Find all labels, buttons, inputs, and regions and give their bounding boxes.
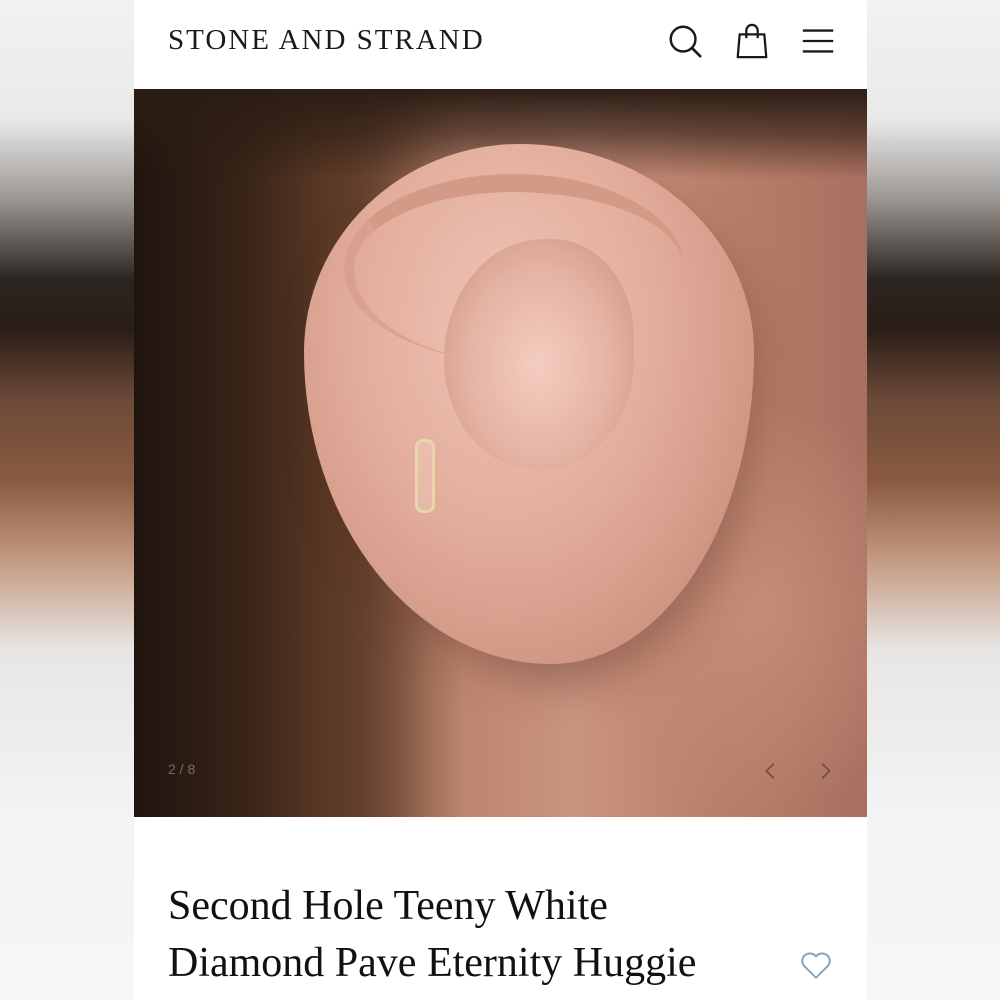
menu-icon [802,29,834,53]
product-title-line-1: Second Hole Teeny White [168,883,608,929]
chevron-right-icon [821,763,831,779]
gallery-next-button[interactable] [811,757,839,785]
gallery-counter: 2 / 8 [168,761,196,777]
product-title: Second Hole Teeny White Diamond Pave Ete… [168,878,788,992]
product-photo-ear-inner [444,239,634,469]
cart-button[interactable] [731,20,773,62]
search-icon [669,25,702,58]
brand-logo[interactable]: STONE AND STRAND [168,24,485,57]
product-image-gallery[interactable]: 2 / 8 [134,89,867,817]
gallery-prev-button[interactable] [757,757,785,785]
search-button[interactable] [664,20,706,62]
product-photo-huggie-hoop [415,439,435,513]
heart-outline-icon [801,952,831,979]
site-header: STONE AND STRAND [134,0,867,89]
product-title-line-2: Diamond Pave Eternity Huggie [168,940,697,986]
wishlist-button[interactable] [796,945,836,985]
menu-button[interactable] [797,20,839,62]
shopping-bag-icon [736,23,768,59]
mobile-page: STONE AND STRAND 2 / 8 Second Hole Teeny… [134,0,867,1000]
chevron-left-icon [765,763,775,779]
